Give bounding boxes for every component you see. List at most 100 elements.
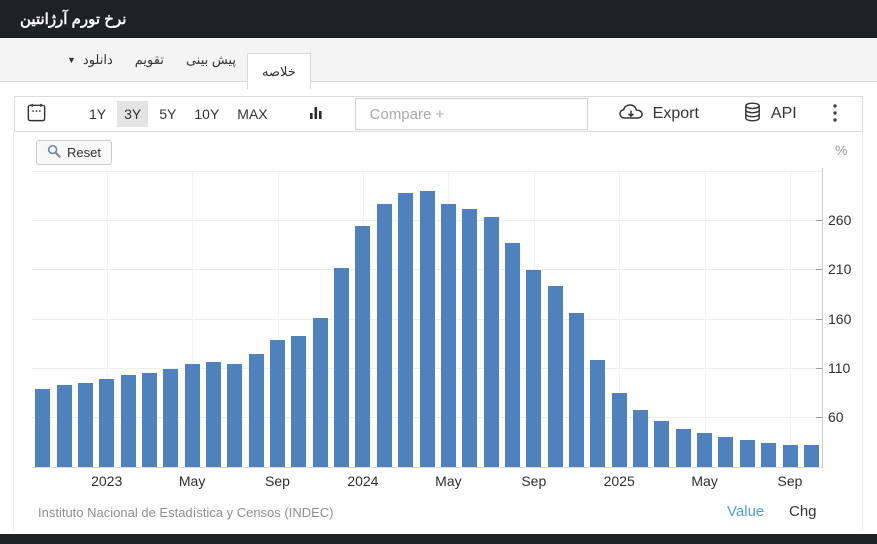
bar[interactable] [484, 217, 499, 467]
more-options-button[interactable] [830, 101, 840, 128]
bar[interactable] [249, 354, 264, 468]
x-axis-tick-label: 2024 [347, 473, 378, 489]
tab-label: تقویم [135, 52, 164, 68]
bar[interactable] [740, 440, 755, 467]
tab-calendar[interactable]: تقویم [124, 38, 175, 81]
y-axis-tick-label: 260 [828, 212, 851, 228]
chg-toggle-link[interactable]: Chg [789, 503, 817, 520]
container-border-left [13, 132, 14, 530]
tab-forecast[interactable]: پیش بینی [175, 38, 247, 81]
bar[interactable] [462, 209, 477, 467]
chart-type-button[interactable] [305, 102, 327, 127]
database-icon [743, 101, 762, 128]
bar[interactable] [291, 336, 306, 468]
api-button[interactable]: API [743, 101, 797, 128]
tab-list: خلاصه پیش بینی تقویم ▼ دانلود [56, 38, 311, 81]
x-axis-tick-label: Sep [778, 473, 803, 489]
x-axis-tick-label: Sep [521, 473, 546, 489]
bar[interactable] [99, 379, 114, 467]
bar[interactable] [676, 429, 691, 467]
range-button-max[interactable]: MAX [230, 101, 274, 127]
bar[interactable] [590, 360, 605, 467]
export-button[interactable]: Export [618, 102, 699, 127]
range-button-5y[interactable]: 5Y [152, 101, 183, 127]
bar[interactable] [612, 393, 627, 467]
tab-label: خلاصه [262, 64, 296, 80]
range-button-3y[interactable]: 3Y [117, 101, 148, 127]
reset-zoom-button[interactable]: Reset [36, 140, 112, 165]
bar[interactable] [548, 286, 563, 467]
tab-download[interactable]: ▼ دانلود [56, 38, 124, 81]
cloud-download-icon [618, 102, 644, 127]
api-button-label: API [771, 105, 797, 123]
value-toggle-link[interactable]: Value [727, 503, 764, 520]
bar[interactable] [121, 375, 136, 467]
bar[interactable] [78, 383, 93, 467]
y-axis-tick-label: 110 [828, 360, 850, 376]
y-axis-unit-label: % [835, 142, 847, 158]
y-axis-tick [816, 319, 822, 320]
y-axis-tick-label: 210 [828, 261, 851, 277]
bar[interactable] [142, 373, 157, 467]
x-axis-line [32, 467, 822, 468]
y-axis-tick-label: 160 [828, 311, 851, 327]
bar-chart-icon [307, 104, 325, 125]
bar[interactable] [227, 364, 242, 467]
bar[interactable] [633, 410, 648, 467]
kebab-menu-icon [832, 103, 838, 126]
range-button-10y[interactable]: 10Y [187, 101, 226, 127]
reset-button-label: Reset [67, 145, 101, 160]
bar[interactable] [441, 204, 456, 467]
y-axis-tick [816, 368, 822, 369]
bar[interactable] [313, 318, 328, 467]
y-axis-tick [816, 417, 822, 418]
bar[interactable] [569, 313, 584, 467]
bar[interactable] [355, 226, 370, 467]
source-attribution: Instituto Nacional de Estadística y Cens… [38, 505, 334, 520]
tab-summary[interactable]: خلاصه [247, 53, 311, 89]
bottom-section-strip [0, 534, 877, 544]
v-gridline [790, 171, 791, 467]
container-border-right [862, 132, 863, 530]
bar[interactable] [57, 385, 72, 467]
bar[interactable] [505, 243, 520, 467]
bar[interactable] [761, 443, 776, 467]
bar[interactable] [697, 433, 712, 467]
bar[interactable] [163, 369, 178, 467]
tab-bar: خلاصه پیش بینی تقویم ▼ دانلود [0, 38, 877, 82]
y-axis-tick-label: 60 [828, 409, 844, 425]
export-button-label: Export [653, 105, 699, 123]
bar[interactable] [398, 193, 413, 467]
date-range-calendar-button[interactable] [23, 99, 50, 129]
x-axis-tick-label: 2023 [91, 473, 122, 489]
app-header: نرخ تورم آرژانتین [0, 0, 877, 38]
bar[interactable] [654, 421, 669, 467]
range-button-group: 1Y3Y5Y10YMAX [82, 101, 279, 127]
x-axis-tick-label: May [691, 473, 717, 489]
bar[interactable] [804, 445, 819, 467]
y-axis-tick [816, 220, 822, 221]
x-axis-tick-label: May [179, 473, 205, 489]
compare-input[interactable] [355, 98, 588, 130]
bar[interactable] [420, 191, 435, 467]
x-axis-tick-label: Sep [265, 473, 290, 489]
bar[interactable] [35, 389, 50, 467]
bar[interactable] [783, 445, 798, 467]
calendar-icon [25, 101, 48, 127]
bar[interactable] [718, 437, 733, 467]
bar[interactable] [334, 268, 349, 467]
tab-label: دانلود [83, 52, 113, 68]
magnifier-icon [47, 144, 61, 161]
range-button-1y[interactable]: 1Y [82, 101, 113, 127]
bar[interactable] [526, 270, 541, 467]
h-gridline [32, 171, 822, 172]
y-axis-line [822, 168, 823, 468]
chart-toolbar: 1Y3Y5Y10YMAX Export [14, 96, 863, 132]
tab-label: پیش بینی [186, 52, 236, 68]
bar[interactable] [206, 362, 221, 467]
v-gridline [705, 171, 706, 467]
bar[interactable] [377, 204, 392, 467]
caret-down-icon: ▼ [67, 55, 76, 65]
bar[interactable] [185, 364, 200, 468]
bar[interactable] [270, 340, 285, 467]
